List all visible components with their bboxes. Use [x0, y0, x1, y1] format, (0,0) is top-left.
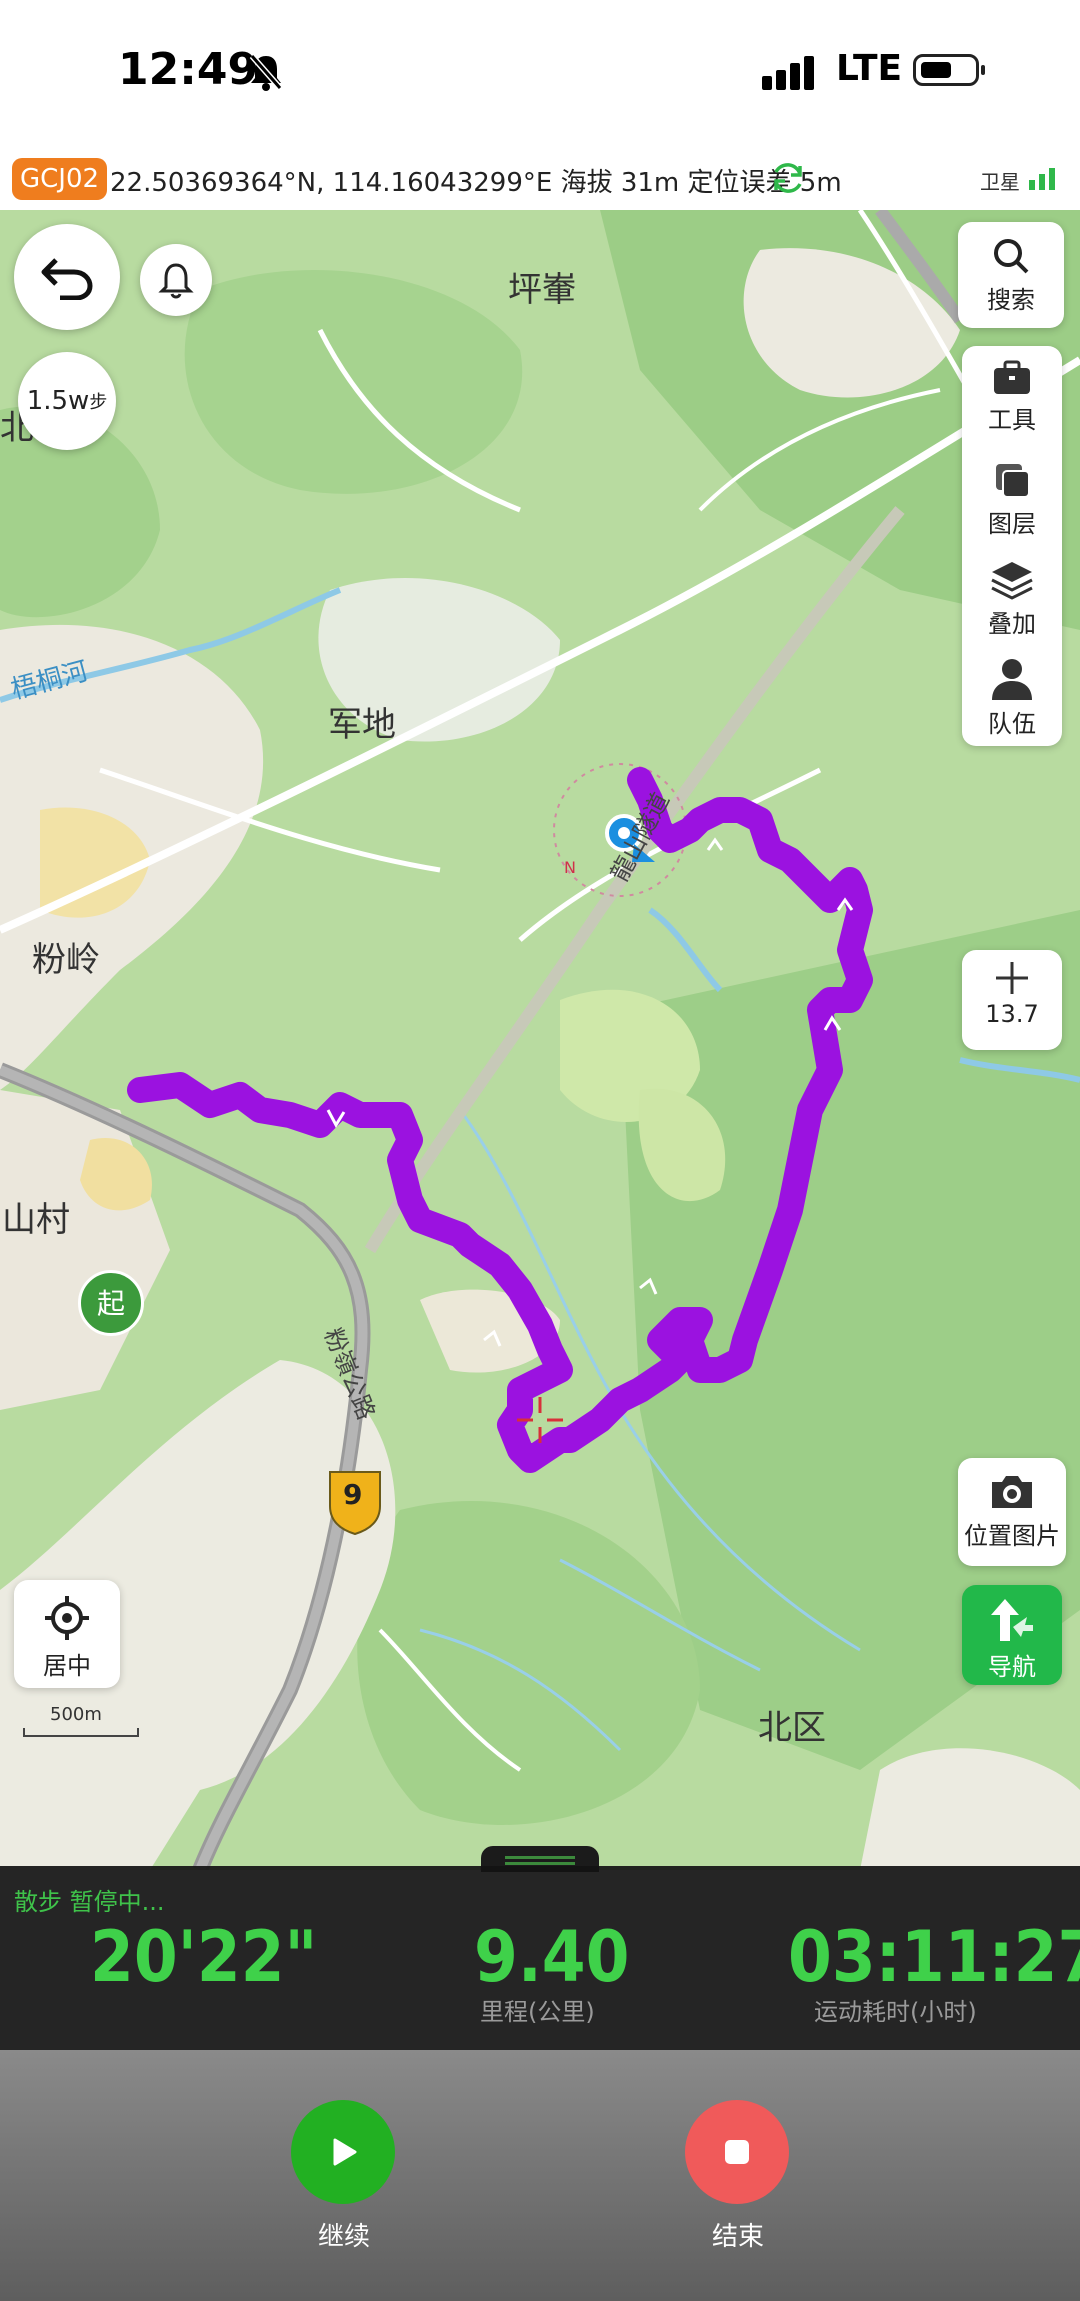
satellite-signal-icon — [1029, 168, 1055, 190]
place-label-fanling: 粉岭 — [32, 940, 100, 980]
play-icon — [333, 2138, 357, 2166]
zoom-control[interactable]: 13.7 — [962, 950, 1062, 1050]
navigate-label: 导航 — [988, 1653, 1036, 1681]
steps-unit: 步 — [89, 392, 108, 413]
overlay-label: 叠加 — [988, 610, 1036, 638]
location-info-bar: GCJ02 22.50369364°N, 114.16043299°E 海拔 3… — [0, 148, 1080, 210]
zoom-level: 13.7 — [985, 1000, 1039, 1028]
plus-icon — [996, 962, 1028, 994]
camera-icon — [992, 1476, 1032, 1508]
place-label-jundi: 军地 — [328, 705, 396, 745]
satellite-label: 卫星 — [980, 170, 1020, 194]
team-button[interactable]: 队伍 — [962, 656, 1062, 739]
distance-value: 9.40 — [474, 1916, 630, 1998]
undo-arrow-icon — [41, 258, 93, 300]
activity-status: 散步 暂停中... — [14, 1888, 165, 1916]
refresh-icon[interactable] — [770, 160, 806, 196]
start-marker[interactable]: 起 — [78, 1270, 144, 1336]
tools-button[interactable]: 工具 — [962, 360, 1062, 435]
network-type: LTE — [836, 48, 903, 89]
tool-panel: 工具 图层 叠加 队伍 — [962, 346, 1062, 746]
center-label: 居中 — [43, 1652, 91, 1680]
place-label-pinghui: 坪輋 — [508, 270, 576, 310]
signal-icon — [762, 56, 814, 90]
location-photo-label: 位置图片 — [964, 1522, 1060, 1550]
search-label: 搜索 — [987, 286, 1035, 314]
search-button[interactable]: 搜索 — [958, 222, 1064, 328]
bell-icon — [158, 263, 194, 299]
overlay-button[interactable]: 叠加 — [962, 560, 1062, 639]
location-photo-button[interactable]: 位置图片 — [958, 1458, 1066, 1566]
layers-button[interactable]: 图层 — [962, 460, 1062, 539]
steps-value: 1.5w — [26, 386, 90, 416]
place-label-shancun: 山村 — [2, 1200, 70, 1240]
resume-button[interactable] — [291, 2100, 395, 2204]
stack-icon — [991, 562, 1033, 600]
team-label: 队伍 — [988, 710, 1036, 738]
alert-button[interactable] — [140, 244, 212, 316]
stop-label: 结束 — [712, 2222, 765, 2252]
place-label-beiqu: 北区 — [758, 1708, 826, 1748]
clock: 12:49 — [118, 44, 259, 95]
crosshair-icon — [517, 1397, 563, 1443]
route-number-badge: 9 — [343, 1478, 363, 1511]
duration-caption: 运动耗时(小时) — [814, 1998, 977, 2026]
battery-icon — [913, 54, 985, 86]
toolbox-icon — [994, 360, 1030, 394]
locate-icon — [45, 1596, 89, 1640]
steps-badge[interactable]: 1.5w 步 — [18, 352, 116, 450]
back-button[interactable] — [14, 224, 120, 330]
stats-panel: 散步 暂停中... 20'22" 9.40 里程(公里) 03:11:27 运动… — [0, 1866, 1080, 2050]
stop-button[interactable] — [685, 2100, 789, 2204]
center-button[interactable]: 居中 — [14, 1580, 120, 1688]
scale-label: 500m — [50, 1704, 102, 1725]
coord-system-badge[interactable]: GCJ02 — [12, 158, 108, 200]
navigate-button[interactable]: 导航 — [962, 1585, 1062, 1685]
bell-muted-icon — [249, 54, 283, 91]
person-icon — [992, 659, 1032, 700]
layers-label: 图层 — [988, 510, 1036, 538]
resume-label: 继续 — [318, 2222, 371, 2252]
coordinates-text: 22.50369364°N, 114.16043299°E 海拔 31m 定位误… — [110, 168, 842, 198]
duration-value: 03:11:27 — [788, 1916, 1080, 1998]
tools-label: 工具 — [988, 406, 1036, 434]
map-background — [0, 210, 1080, 1870]
compass-north: N — [564, 858, 576, 877]
status-bar: 12:49 LTE — [0, 0, 1080, 148]
map-view[interactable]: 坪輋 北 梧桐河 军地 粉岭 山村 北区 龍山隧道 粉嶺公路 9 N 500m … — [0, 210, 1080, 1870]
search-icon — [994, 239, 1029, 274]
distance-caption: 里程(公里) — [480, 1998, 595, 2026]
control-bar: 继续 结束 — [0, 2050, 1080, 2301]
navigation-arrow-icon — [991, 1599, 1033, 1641]
stop-icon — [725, 2140, 749, 2164]
layers-icon — [996, 464, 1030, 498]
pace-value: 20'22" — [90, 1916, 318, 1998]
